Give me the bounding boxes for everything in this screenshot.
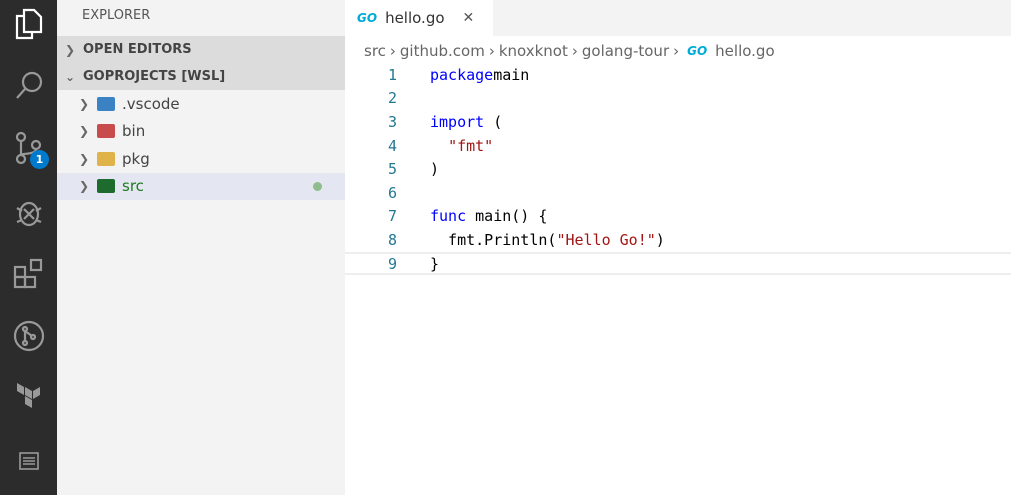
code-token: "Hello Go!" [556,230,656,249]
debug-icon[interactable] [0,188,57,236]
chevron-right-icon: ❯ [79,96,90,111]
code-line[interactable]: 7 func main() { [345,205,1011,229]
code-token: import [430,112,485,131]
breadcrumb-item[interactable]: src [364,42,386,60]
git-graph-icon[interactable] [0,312,57,360]
go-file-icon: GO [687,44,708,58]
line-number: 5 [387,160,397,179]
tree-item-label: pkg [122,149,150,168]
line-number: 7 [387,207,397,226]
code-editor[interactable]: 1 packagemain 2 3 import (4 "fmt" 5) 6 7 func ma… [345,63,1011,276]
code-line[interactable]: 8 fmt.Println("Hello Go!") [345,228,1011,252]
src-folder-icon [97,179,115,194]
tree-item-src[interactable]: ❯ src [57,172,345,200]
code-token: main [493,65,530,84]
code-line[interactable]: 6 [345,181,1011,205]
tree-item-label: bin [122,122,146,141]
code-text: packagemain [430,66,529,84]
modified-dot-icon [313,181,322,191]
line-number: 6 [387,183,397,202]
bin-folder-icon [97,124,115,139]
code-text: import ( [430,113,502,131]
tree-item-vscode[interactable]: ❯ .vscode [57,90,345,118]
line-number: 4 [387,136,397,155]
vscode-folder-icon [97,96,115,111]
chevron-right-icon: › [488,42,495,60]
code-line[interactable]: 1 packagemain [345,63,1011,87]
line-number: 3 [387,112,397,131]
search-icon[interactable] [0,61,57,109]
code-token: } [430,254,440,273]
goprojects-section[interactable]: ⌄ GOPROJECTS [WSL] [57,63,345,90]
chevron-right-icon: › [673,42,680,60]
code-token: package [430,65,494,84]
code-text: fmt.Println("Hello Go!") [430,231,665,249]
tree-item-bin[interactable]: ❯ bin [57,118,345,146]
close-icon[interactable]: ✕ [463,10,475,26]
breadcrumb-item[interactable]: golang-tour [582,42,669,60]
breadcrumb-item[interactable]: hello.go [715,42,774,60]
tab-hello-go[interactable]: GO hello.go ✕ [345,0,493,36]
code-text: ) [430,160,439,178]
section-label: OPEN EDITORS [83,42,192,57]
code-token: ( [484,112,503,131]
chevron-right-icon: ❯ [65,42,76,57]
line-number: 2 [387,89,397,108]
code-token: main() { [466,207,548,226]
activity-bar: 1 [0,0,57,495]
sidebar-title: EXPLORER [82,8,151,23]
line-number: 8 [387,230,397,249]
source-control-icon[interactable]: 1 [0,124,57,172]
breadcrumb-item[interactable]: github.com [400,42,485,60]
tree-item-label: .vscode [122,94,180,113]
chevron-right-icon: ❯ [79,124,90,139]
code-token: "fmt" [448,136,494,155]
code-line[interactable]: 2 [345,87,1011,111]
go-file-icon: GO [357,11,378,25]
line-number: 1 [387,65,397,84]
explorer-icon[interactable] [0,0,57,48]
chevron-right-icon: ❯ [79,179,90,194]
code-token: fmt.Println( [430,230,557,249]
package-folder-icon [97,151,115,166]
breadcrumb: src › github.com › knoxknot › golang-tour › … [364,40,775,62]
extensions-icon[interactable] [0,249,57,297]
tree-item-pkg[interactable]: ❯ pkg [57,145,345,173]
code-text: func main() { [430,207,547,225]
chevron-down-icon: ⌄ [65,69,76,84]
tree-item-label: src [122,177,144,196]
code-line[interactable]: 3 import ( [345,110,1011,134]
code-text: "fmt" [430,137,493,155]
tab-label: hello.go [385,9,445,27]
code-line[interactable]: 5) [345,157,1011,181]
code-line[interactable]: 4 "fmt" [345,134,1011,158]
tab-bar: GO hello.go ✕ [345,0,1011,36]
explorer-sidebar: EXPLORER ❯ OPEN EDITORS ⌄ GOPROJECTS [WSL]… [57,0,345,495]
chevron-right-icon: › [571,42,578,60]
section-label: GOPROJECTS [WSL] [83,69,226,84]
code-token: func [430,207,467,226]
list-icon[interactable] [0,437,57,485]
breadcrumb-item[interactable]: knoxknot [499,42,568,60]
code-token: ) [430,160,440,179]
scm-badge: 1 [30,150,49,169]
chevron-right-icon: ❯ [79,151,90,166]
chevron-right-icon: › [389,42,396,60]
code-line[interactable]: 9} [345,251,1011,276]
code-token: ) [655,230,665,249]
open-editors-section[interactable]: ❯ OPEN EDITORS [57,36,345,63]
code-text: } [430,255,439,273]
line-number: 9 [387,254,397,273]
terraform-icon[interactable] [0,375,57,423]
